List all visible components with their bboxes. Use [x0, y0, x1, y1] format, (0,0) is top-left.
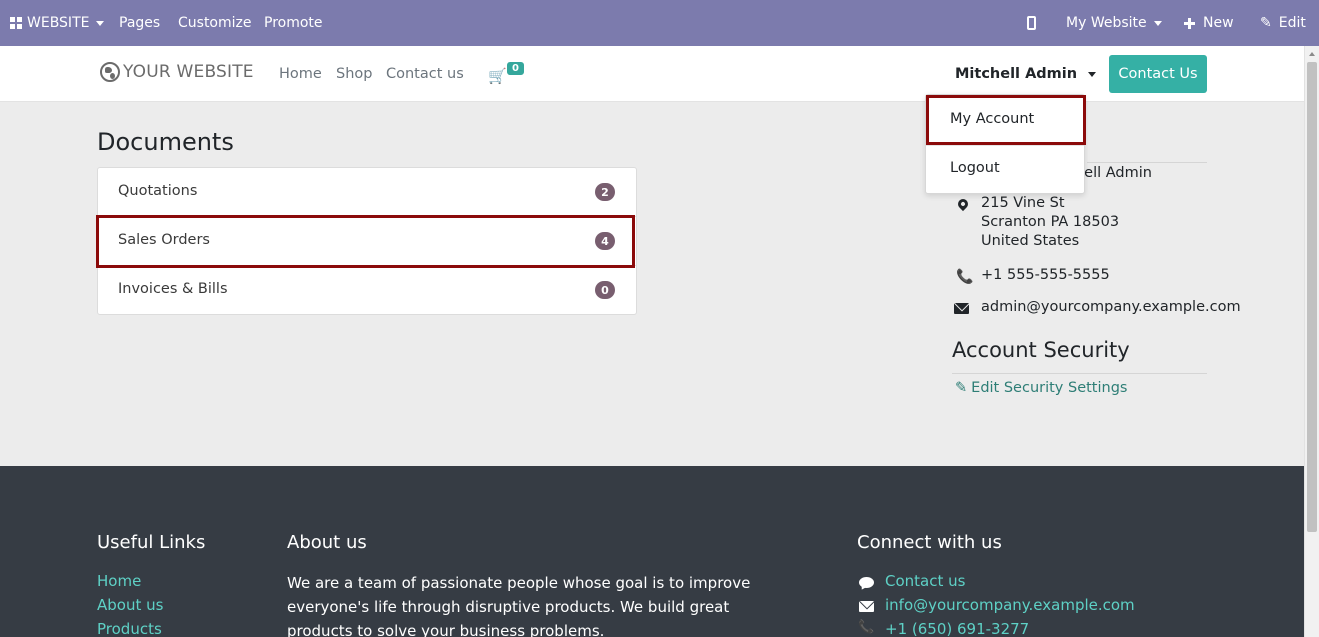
- footer-phone-link[interactable]: +1 (650) 691-3277: [885, 620, 1029, 637]
- footer-email-link[interactable]: info@yourcompany.example.com: [885, 596, 1135, 614]
- doc-label: Quotations: [118, 183, 198, 199]
- my-website-switcher[interactable]: My Website: [1066, 0, 1162, 46]
- map-marker-icon: [955, 196, 971, 212]
- edit-button[interactable]: ✎ Edit: [1260, 0, 1306, 46]
- address-line-3: United States: [981, 233, 1080, 249]
- dropdown-divider: [926, 145, 1084, 146]
- pencil-icon: ✎: [955, 380, 968, 396]
- user-name: Mitchell Admin: [955, 66, 1078, 82]
- customize-menu[interactable]: Customize: [178, 0, 252, 46]
- cart-count-badge: 0: [507, 62, 524, 75]
- doc-count-badge: 2: [595, 183, 615, 201]
- contact-email: admin@yourcompany.example.com: [981, 299, 1241, 315]
- address-line-2: Scranton PA 18503: [981, 214, 1120, 230]
- my-website-label: My Website: [1066, 15, 1147, 31]
- phone-icon: 📞: [956, 269, 974, 285]
- plus-icon: [1184, 17, 1195, 29]
- site-logo[interactable]: YOUR WEBSITE: [100, 62, 254, 82]
- edit-security-label: Edit Security Settings: [971, 380, 1128, 396]
- grid-icon: [10, 17, 22, 29]
- address-line-1: 215 Vine St: [981, 195, 1065, 211]
- account-security-title: Account Security: [952, 338, 1130, 362]
- page-scrollbar[interactable]: [1304, 46, 1319, 637]
- doc-row-quotations[interactable]: Quotations 2: [98, 168, 636, 217]
- menu-item-logout[interactable]: Logout: [950, 160, 1000, 176]
- edit-label: Edit: [1278, 15, 1306, 31]
- user-menu-toggle[interactable]: Mitchell Admin: [955, 66, 1097, 82]
- useful-links-title: Useful Links: [97, 532, 206, 553]
- documents-title: Documents: [97, 128, 234, 156]
- about-us-text: We are a team of passionate people whose…: [287, 574, 751, 637]
- site-footer: Useful Links Home About us Products Abou…: [0, 466, 1304, 637]
- pages-menu[interactable]: Pages: [119, 0, 160, 46]
- pencil-icon: ✎: [1260, 15, 1272, 31]
- mobile-preview-button[interactable]: [1027, 0, 1036, 46]
- cart-icon[interactable]: 🛒: [488, 67, 507, 85]
- security-divider: [952, 373, 1207, 374]
- globe-icon: [100, 62, 120, 82]
- promote-menu[interactable]: Promote: [264, 0, 323, 46]
- edit-security-settings-link[interactable]: ✎ Edit Security Settings: [955, 380, 1127, 396]
- mobile-icon: [1027, 16, 1036, 30]
- caret-down-icon: [1088, 71, 1097, 77]
- nav-home[interactable]: Home: [279, 66, 322, 82]
- caret-down-icon: [96, 20, 105, 26]
- scrollbar-thumb[interactable]: [1307, 62, 1317, 532]
- logo-text: YOUR WEBSITE: [123, 62, 254, 82]
- scroll-up-arrow-icon[interactable]: [1309, 52, 1315, 56]
- highlight-my-account: [926, 95, 1086, 145]
- footer-link-home[interactable]: Home: [97, 572, 141, 590]
- new-button[interactable]: New: [1184, 0, 1234, 46]
- envelope-icon: [859, 601, 874, 612]
- footer-link-products[interactable]: Products: [97, 620, 162, 637]
- website-menu-button[interactable]: WEBSITE: [10, 0, 105, 46]
- nav-contact-us[interactable]: Contact us: [386, 66, 464, 82]
- footer-contact-us-link[interactable]: Contact us: [885, 572, 965, 590]
- caret-down-icon: [1153, 20, 1162, 26]
- nav-shop[interactable]: Shop: [336, 66, 372, 82]
- details-divider: [1087, 162, 1207, 163]
- comment-icon: [859, 577, 874, 588]
- contact-us-button[interactable]: Contact Us: [1109, 55, 1207, 93]
- website-menu-label: WEBSITE: [27, 15, 90, 31]
- new-label: New: [1203, 15, 1234, 31]
- site-header: YOUR WEBSITE Home Shop Contact us 🛒 0 Mi…: [0, 46, 1304, 102]
- doc-label: Invoices & Bills: [118, 281, 228, 297]
- highlight-sales-orders: [96, 215, 635, 268]
- doc-row-invoices-bills[interactable]: Invoices & Bills 0: [98, 266, 636, 315]
- contact-phone: +1 555-555-5555: [981, 267, 1110, 283]
- footer-link-about-us[interactable]: About us: [97, 596, 163, 614]
- doc-count-badge: 0: [595, 281, 615, 299]
- connect-title: Connect with us: [857, 532, 1002, 553]
- about-us-title: About us: [287, 532, 367, 553]
- envelope-icon: [954, 303, 969, 314]
- phone-icon: 📞: [858, 620, 875, 635]
- website-admin-bar: WEBSITE Pages Customize Promote My Websi…: [0, 0, 1319, 46]
